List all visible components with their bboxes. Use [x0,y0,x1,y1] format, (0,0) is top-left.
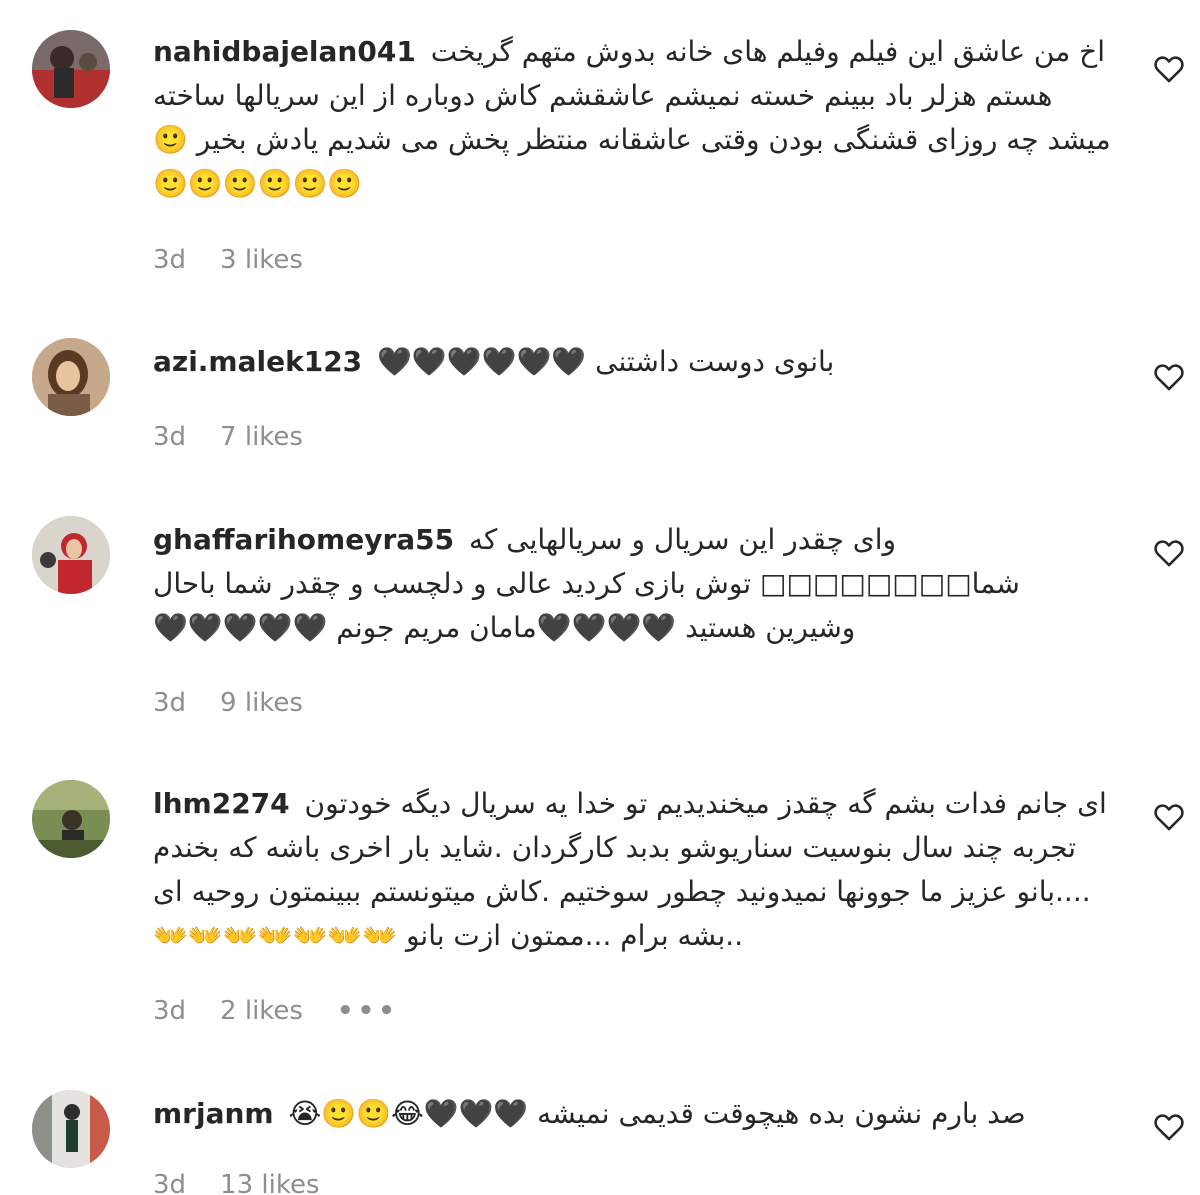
comment-username[interactable]: mrjanm [153,1097,274,1130]
comment-time[interactable]: 3d [153,996,186,1026]
avatar[interactable] [32,516,110,594]
more-options-icon[interactable]: ••• [337,996,399,1026]
comment-time[interactable]: 3d [153,422,186,452]
avatar[interactable] [32,338,110,416]
comment-meta: 3d 2 likes ••• [153,996,399,1026]
comment-meta: 3d 3 likes [153,245,303,275]
like-heart-icon[interactable] [1152,52,1186,86]
like-heart-icon[interactable] [1152,800,1186,834]
comment-likes[interactable]: 7 likes [220,422,303,452]
avatar[interactable] [32,1090,110,1168]
comment-likes[interactable]: 3 likes [220,245,303,275]
comment-meta: 3d 13 likes [153,1170,320,1195]
comment-username[interactable]: lhm2274 [153,787,290,820]
comment-body: ghaffarihomeyra55 وای چقدر این سریال و س… [153,518,1113,650]
comment-body: nahidbajelan041 اخ من عاشق این فیلم وفیل… [153,30,1113,206]
comment-likes[interactable]: 13 likes [220,1170,319,1195]
comment-likes[interactable]: 9 likes [220,688,303,718]
comment-time[interactable]: 3d [153,1170,186,1195]
comment-text: ای جانم فدات بشم گه چقدز میخندیدیم تو خد… [153,787,1107,952]
comment-likes[interactable]: 2 likes [220,996,303,1026]
comment-username[interactable]: ghaffarihomeyra55 [153,523,454,556]
comment-time[interactable]: 3d [153,245,186,275]
comment-body: mrjanm صد بارم نشون بده هیچوقت قدیمی نمی… [153,1092,1113,1136]
avatar[interactable] [32,780,110,858]
like-heart-icon[interactable] [1152,360,1186,394]
comment-meta: 3d 7 likes [153,422,303,452]
comment-text: بانوی دوست داشتنی 🖤🖤🖤🖤🖤🖤 [377,345,835,378]
avatar[interactable] [32,30,110,108]
like-heart-icon[interactable] [1152,536,1186,570]
comment-username[interactable]: azi.malek123 [153,345,362,378]
like-heart-icon[interactable] [1152,1110,1186,1144]
comment-meta: 3d 9 likes [153,688,303,718]
comment-time[interactable]: 3d [153,688,186,718]
comment-username[interactable]: nahidbajelan041 [153,35,416,68]
comment-body: azi.malek123 بانوی دوست داشتنی 🖤🖤🖤🖤🖤🖤 [153,340,1113,384]
comment-text: صد بارم نشون بده هیچوقت قدیمی نمیشه 🖤🖤🖤😂… [288,1097,1026,1130]
comment-body: lhm2274 ای جانم فدات بشم گه چقدز میخندید… [153,782,1113,958]
